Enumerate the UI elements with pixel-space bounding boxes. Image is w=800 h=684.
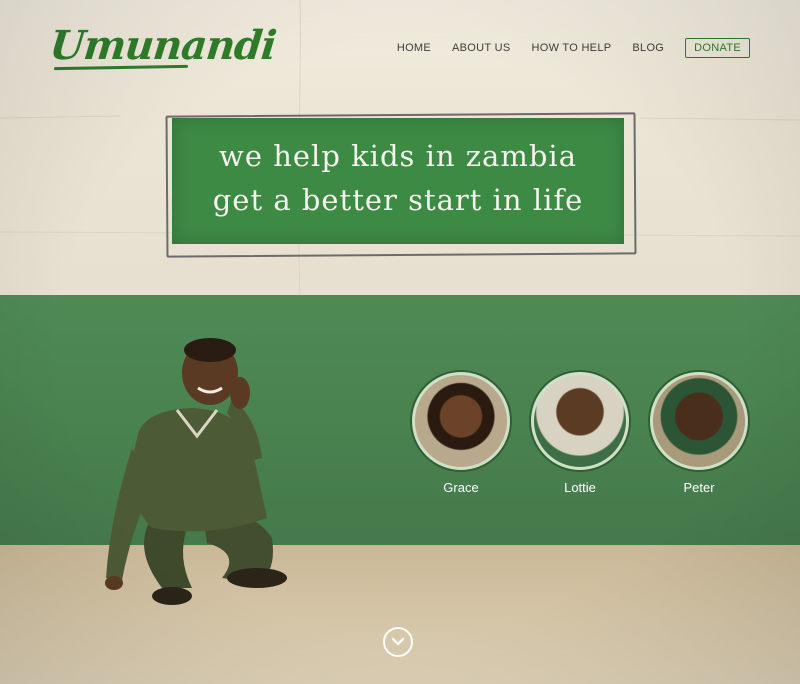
main-nav: HOME ABOUT US HOW TO HELP BLOG DONATE	[376, 38, 750, 58]
kid-photo-grace[interactable]	[412, 372, 510, 470]
nav-home[interactable]: HOME	[397, 42, 431, 54]
hero-tagline: we help kids in zambia get a better star…	[172, 134, 624, 222]
kid-name-peter: Peter	[683, 480, 715, 495]
chevron-down-icon	[391, 637, 405, 646]
page: Umunandi HOME ABOUT US HOW TO HELP BLOG …	[0, 0, 800, 684]
kid-photo-lottie[interactable]	[531, 372, 629, 470]
boy-photo	[105, 338, 287, 605]
nav-about-us[interactable]: ABOUT US	[452, 42, 510, 54]
kid-photo-peter[interactable]	[650, 372, 748, 470]
kid-name-lottie: Lottie	[564, 480, 596, 495]
scroll-down-button[interactable]	[383, 627, 413, 657]
nav-blog[interactable]: BLOG	[632, 42, 664, 54]
kid-card-peter[interactable]: Peter	[649, 372, 749, 495]
site-logo[interactable]: Umunandi	[48, 22, 278, 69]
hero-tagline-line1: we help kids in zambia	[219, 139, 577, 173]
kid-name-grace: Grace	[443, 480, 479, 495]
nav-how-to-help[interactable]: HOW TO HELP	[531, 42, 611, 54]
kid-card-grace[interactable]: Grace	[411, 372, 511, 495]
kid-card-lottie[interactable]: Lottie	[530, 372, 630, 495]
donate-button[interactable]: DONATE	[685, 38, 750, 58]
hero-tagline-line2: get a better start in life	[212, 183, 584, 217]
